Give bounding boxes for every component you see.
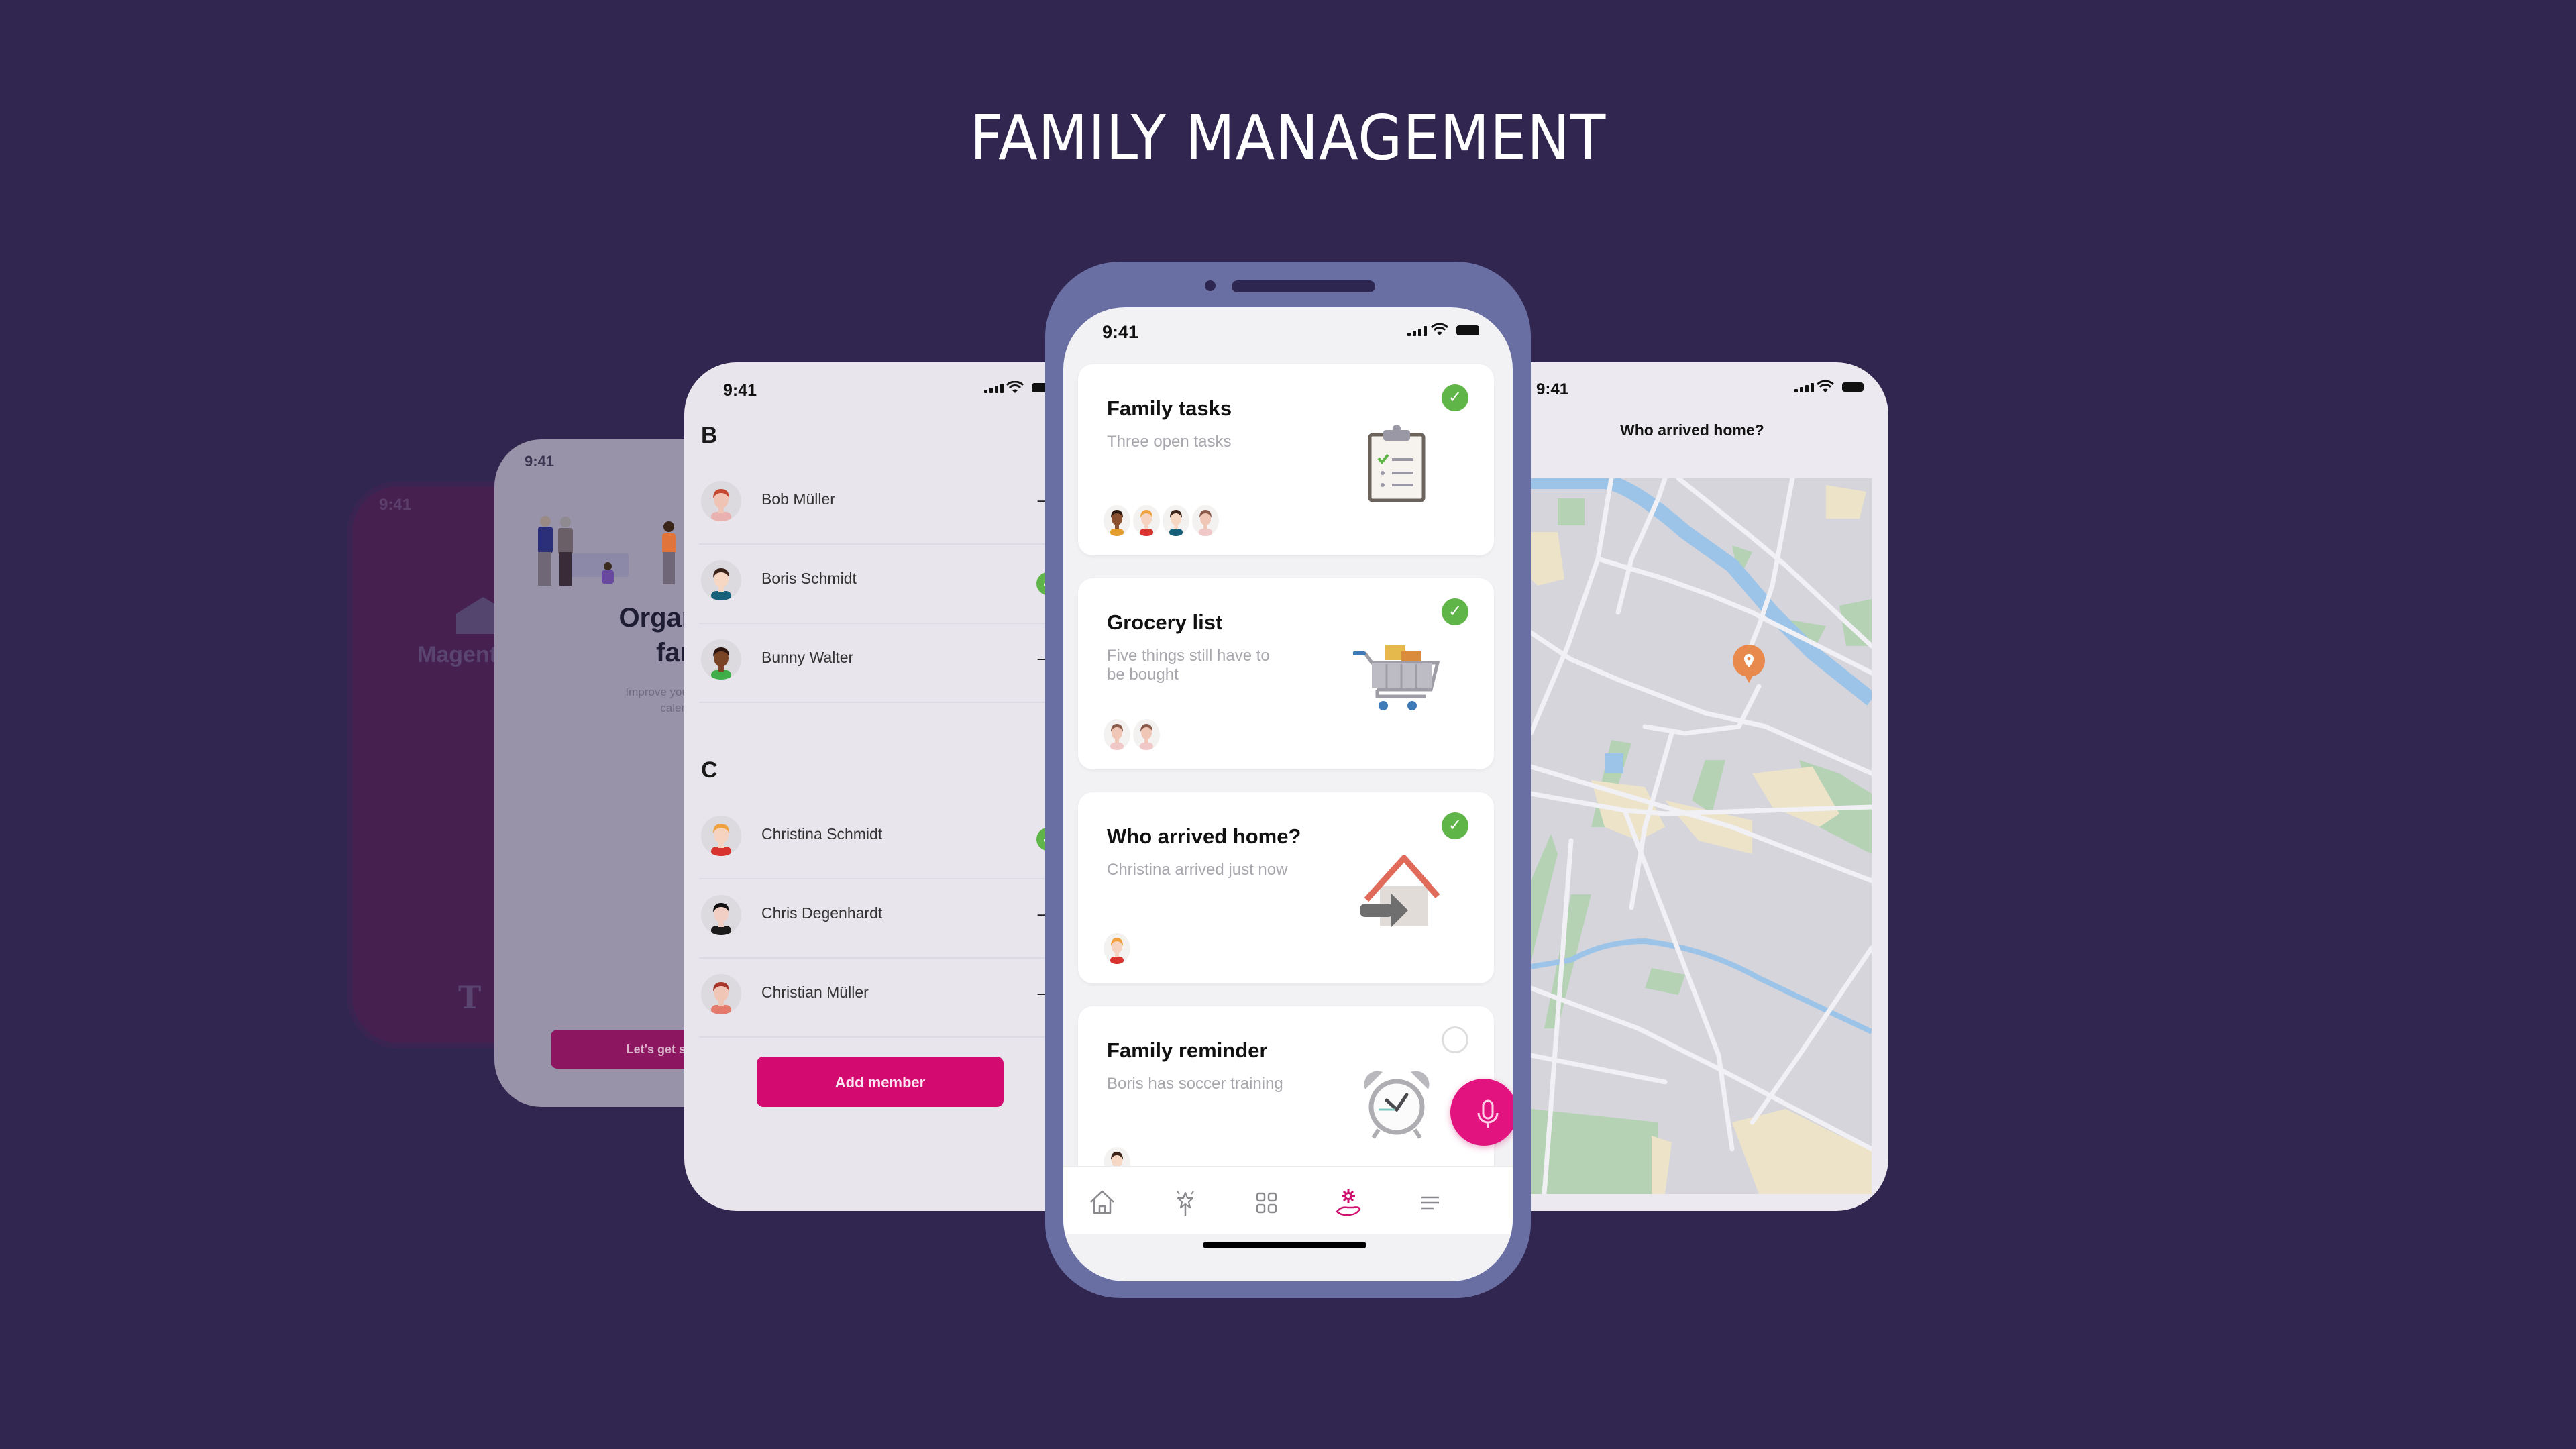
feature-card[interactable]: Grocery list Five things still have to be… (1078, 578, 1494, 769)
done-check-icon[interactable]: ✓ (1442, 812, 1468, 839)
wifi-icon (1006, 381, 1024, 393)
open-status-circle[interactable] (1442, 1026, 1468, 1053)
microphone-icon (1477, 1099, 1499, 1128)
tab-home[interactable] (1085, 1186, 1119, 1220)
city-map[interactable] (1531, 478, 1872, 1194)
signal-icon (984, 384, 1004, 393)
card-title: Who arrived home? (1107, 824, 1301, 848)
wifi-icon (1817, 380, 1834, 392)
member-avatar (1133, 505, 1160, 536)
map-title: Who arrived home? (1620, 421, 1764, 439)
contact-name: Bunny Walter (761, 649, 854, 666)
card-subtitle: Five things still have to be bought (1107, 647, 1270, 684)
tab-family-care[interactable] (1332, 1186, 1365, 1220)
earpiece-speaker (1232, 280, 1375, 292)
status-bar: 9:41 (1063, 322, 1513, 349)
status-time: 9:41 (723, 381, 757, 400)
card-title: Family tasks (1107, 396, 1232, 420)
voice-assistant-button[interactable] (1450, 1079, 1513, 1146)
contact-name: Chris Degenhardt (761, 904, 883, 922)
contact-row[interactable]: Christina Schmidt✓ (699, 801, 1100, 879)
contact-row[interactable]: Christian Müller+ (699, 959, 1100, 1038)
contact-row[interactable]: Bunny Walter+ (699, 625, 1100, 703)
battery-icon (1456, 325, 1479, 335)
status-time: 9:41 (379, 496, 412, 514)
card-title: Grocery list (1107, 610, 1223, 634)
member-avatars (1104, 719, 1160, 750)
wifi-icon (1430, 323, 1449, 335)
avatar (701, 560, 741, 600)
avatar-illustration (711, 982, 731, 1014)
contact-row[interactable]: Boris Schmidt✓ (699, 545, 1100, 624)
status-time: 9:41 (1536, 380, 1569, 398)
menu-icon (1421, 1196, 1439, 1210)
tab-menu[interactable] (1413, 1186, 1447, 1220)
feature-card[interactable]: Family tasks Three open tasks ✓ (1078, 364, 1494, 555)
member-avatar (1104, 933, 1130, 964)
avatar (701, 974, 741, 1014)
battery-icon (1842, 382, 1864, 392)
bottom-tab-bar (1063, 1166, 1513, 1234)
contact-row[interactable]: Bob Müller+ (699, 466, 1100, 545)
center-phone: 9:41 Family tasks Three open tasks ✓ Grocer… (1045, 262, 1531, 1298)
member-avatar (1163, 505, 1189, 536)
feature-card[interactable]: Who arrived home? Christina arrived just … (1078, 792, 1494, 983)
avatar-illustration (711, 647, 731, 680)
contacts-phone: 9:41 BBob Müller+Boris Schmidt✓Bunny Wal… (684, 362, 1100, 1211)
telekom-logo: T (458, 979, 482, 1016)
home-indicator[interactable] (1203, 1242, 1366, 1248)
card-subtitle: Christina arrived just now (1107, 861, 1288, 879)
shopping-cart-icon (1352, 632, 1440, 719)
contact-name: Christina Schmidt (761, 825, 883, 843)
add-member-button[interactable]: Add member (757, 1057, 1004, 1107)
magic-wand-icon (1177, 1191, 1194, 1216)
tab-apps[interactable] (1250, 1186, 1283, 1220)
done-check-icon[interactable]: ✓ (1442, 598, 1468, 625)
signal-icon (1794, 383, 1814, 392)
member-avatar (1104, 505, 1130, 536)
done-check-icon[interactable]: ✓ (1442, 384, 1468, 411)
tab-magic[interactable] (1169, 1186, 1202, 1220)
hand-flower-icon (1336, 1189, 1361, 1216)
clipboard-icon (1353, 418, 1440, 505)
house-logo-icon (456, 597, 496, 634)
member-avatars (1104, 505, 1219, 536)
avatar (701, 816, 741, 856)
section-header: B (701, 423, 718, 448)
grid-icon (1256, 1192, 1277, 1214)
card-subtitle: Three open tasks (1107, 433, 1232, 451)
member-avatar (1133, 719, 1160, 750)
avatar-illustration (711, 824, 731, 856)
member-avatars (1104, 933, 1130, 964)
contact-name: Bob Müller (761, 490, 835, 508)
member-avatar (1104, 719, 1130, 750)
card-subtitle: Boris has soccer training (1107, 1075, 1283, 1093)
section-header: C (701, 757, 718, 783)
avatar (701, 481, 741, 521)
contact-name: Christian Müller (761, 983, 869, 1001)
home-icon (1090, 1190, 1114, 1214)
contact-name: Boris Schmidt (761, 570, 857, 587)
contact-row[interactable]: Chris Degenhardt+ (699, 880, 1100, 959)
page-title: FAMILY MANAGEMENT (969, 102, 1607, 174)
dashboard-screen: 9:41 Family tasks Three open tasks ✓ Grocer… (1063, 307, 1513, 1281)
member-avatar (1192, 505, 1219, 536)
avatar-illustration (711, 903, 731, 935)
avatar-illustration (711, 568, 731, 600)
signal-icon (1407, 326, 1427, 336)
front-camera (1205, 280, 1216, 291)
status-time: 9:41 (525, 453, 555, 470)
alarm-clock-icon (1353, 1060, 1440, 1147)
avatar-illustration (711, 489, 731, 521)
status-time: 9:41 (1102, 322, 1139, 342)
status-bar: 9:41 (684, 381, 1100, 408)
avatar (701, 639, 741, 680)
house-arrow-icon (1353, 846, 1440, 933)
avatar (701, 895, 741, 935)
card-title: Family reminder (1107, 1038, 1268, 1062)
